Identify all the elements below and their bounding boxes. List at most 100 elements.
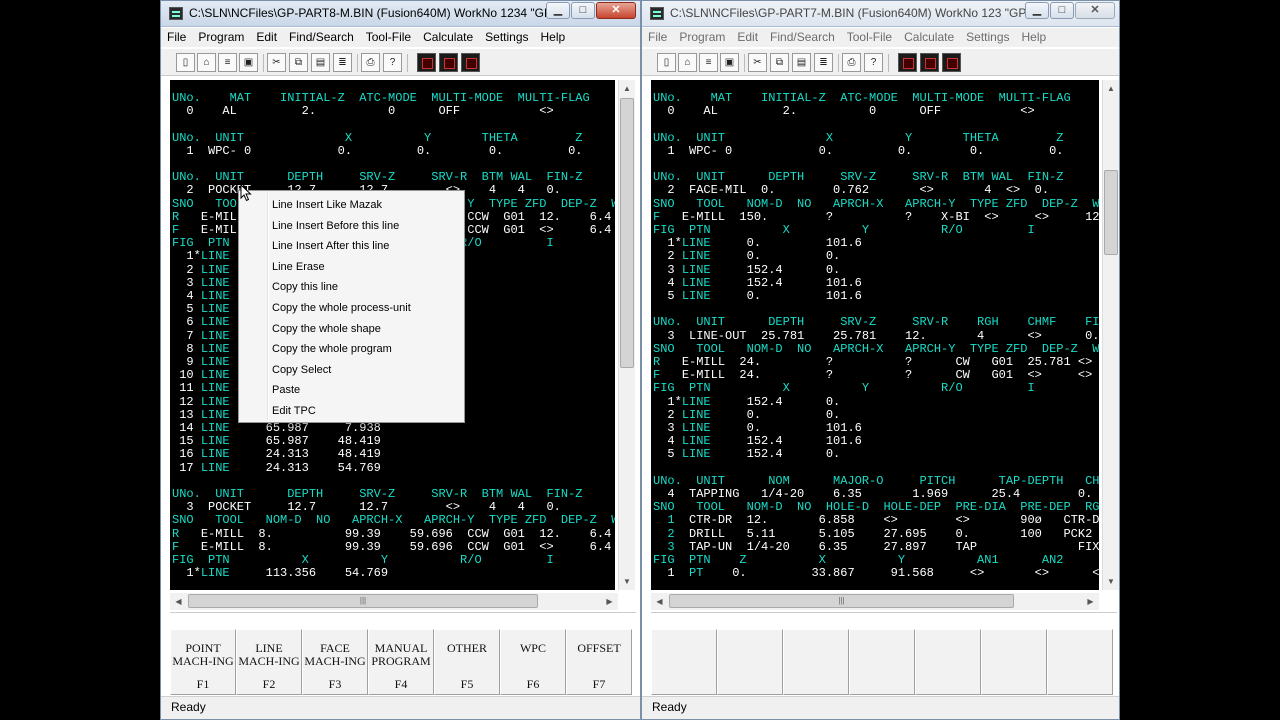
program-line[interactable]: UNo. MAT INITIAL-Z ATC-MODE MULTI-MODE M… xyxy=(653,92,1099,105)
program-line[interactable]: UNo. UNIT DEPTH SRV-Z SRV-R BTM WAL FIN-… xyxy=(172,171,615,184)
menu-tool-file[interactable]: Tool-File xyxy=(360,28,417,47)
program-line[interactable]: 10 LINE xyxy=(172,369,229,382)
program-line[interactable]: SNO TOOL NOM-D NO APRCH-X APRCH-Y TYPE Z… xyxy=(172,514,615,527)
command-input[interactable] xyxy=(170,612,636,627)
program-line[interactable]: UNo. MAT INITIAL-Z ATC-MODE MULTI-MODE M… xyxy=(172,92,615,105)
program-line[interactable]: 1*LINE 0. 101.6 xyxy=(653,237,861,250)
right-title-bar[interactable]: C:\SLN\NCFiles\GP-PART7-M.BIN (Fusion640… xyxy=(642,1,1119,27)
new-file-icon[interactable]: ▯ xyxy=(657,53,676,72)
program-line[interactable]: SNO TOOL NOM-D NO HOLE-D HOLE-DEP PRE-DI… xyxy=(653,501,1099,514)
program-line[interactable]: FIG PTN X Y R/O I J P xyxy=(653,224,1099,237)
program-line[interactable]: 3 TAP-UN 1/4-20 6.35 27.897 TAP FIX 1.96… xyxy=(653,540,1099,554)
menu-file[interactable]: File xyxy=(161,28,192,47)
menu-help[interactable]: Help xyxy=(535,28,572,47)
new-file-icon[interactable]: ▯ xyxy=(176,53,195,72)
menu-program[interactable]: Program xyxy=(192,28,250,47)
horizontal-scrollbar[interactable]: ◀ ||| ▶ xyxy=(170,593,618,610)
menu-item-copy-process-unit[interactable]: Copy the whole process-unit xyxy=(239,298,464,319)
copy-icon[interactable]: ⧉ xyxy=(770,53,789,72)
program-line[interactable]: 1*LINE 152.4 0. xyxy=(653,395,840,409)
f6-wpc-button[interactable]: WPC F6 xyxy=(500,629,566,695)
program-line[interactable]: R E-MILL 24. ? ? CW G01 25.781 <> 600 xyxy=(653,356,1099,369)
menu-settings[interactable]: Settings xyxy=(960,28,1015,47)
copy-icon[interactable]: ⧉ xyxy=(289,53,308,72)
program-line[interactable]: 15 LINE 65.987 48.419 xyxy=(172,435,381,448)
scroll-right-icon[interactable]: ▶ xyxy=(601,593,618,610)
scroll-down-icon[interactable]: ▼ xyxy=(1103,573,1119,590)
program-line[interactable]: 7 LINE xyxy=(172,329,229,343)
right-window[interactable]: C:\SLN\NCFiles\GP-PART7-M.BIN (Fusion640… xyxy=(641,0,1120,720)
scroll-left-icon[interactable]: ◀ xyxy=(170,593,187,610)
menu-item-line-erase[interactable]: Line Erase xyxy=(239,257,464,278)
command-input[interactable] xyxy=(651,612,1117,627)
left-title-bar[interactable]: C:\SLN\NCFiles\GP-PART8-M.BIN (Fusion640… xyxy=(161,1,640,27)
program-line[interactable]: 0 AL 2. 0 OFF <> <> xyxy=(172,105,615,118)
menu-item-line-insert-after[interactable]: Line Insert After this line xyxy=(239,236,464,257)
help-icon[interactable]: ? xyxy=(383,53,402,72)
vertical-scrollbar[interactable]: ▲ ▼ xyxy=(1102,80,1119,590)
menu-find-search[interactable]: Find/Search xyxy=(283,28,360,47)
minimize-button[interactable]: ▁ xyxy=(1025,2,1049,19)
program-line[interactable]: 14 LINE 65.987 7.938 xyxy=(172,422,381,435)
insert-line-icon[interactable]: ≣ xyxy=(333,53,352,72)
menu-item-paste[interactable]: Paste xyxy=(239,380,464,401)
program-line[interactable]: F E-MILL 150. ? ? X-BI <> <> 120. 600 xyxy=(653,210,1099,224)
scroll-thumb[interactable] xyxy=(620,98,634,368)
program-line[interactable]: 5 LINE 0. 101.6 xyxy=(653,290,861,303)
scroll-thumb-horizontal[interactable]: ||| xyxy=(669,594,1014,608)
program-line[interactable]: UNo. UNIT DEPTH SRV-Z SRV-R RGH CHMF FIN… xyxy=(653,316,1099,329)
function-key-2[interactable] xyxy=(717,629,783,695)
scroll-up-icon[interactable]: ▲ xyxy=(1103,80,1119,97)
program-line[interactable]: FIG PTN X Y R/O I J P xyxy=(653,382,1099,395)
program-line[interactable]: UNo. UNIT DEPTH SRV-Z SRV-R BTM WAL FIN-… xyxy=(172,488,615,501)
program-line[interactable]: 2 DRILL 5.11 5.105 27.695 0. 100 PCK2 27… xyxy=(653,527,1099,541)
menu-help[interactable]: Help xyxy=(1016,28,1053,47)
program-line[interactable]: 3 POCKET 12.7 12.7 <> 4 4 0. 0.127 xyxy=(172,501,615,514)
save-icon[interactable]: ▣ xyxy=(239,53,258,72)
save-icon[interactable]: ▣ xyxy=(720,53,739,72)
open-folder-icon[interactable]: ⌂ xyxy=(678,53,697,72)
program-screen[interactable]: UNo. MAT INITIAL-Z ATC-MODE MULTI-MODE M… xyxy=(651,80,1099,590)
print-icon[interactable]: ⎙ xyxy=(361,53,380,72)
program-line[interactable]: 2 FACE-MIL 0. 0.762 <> 4 <> 0. <> xyxy=(653,184,1099,197)
program-line[interactable]: 11 LINE xyxy=(172,382,229,395)
f5-other-button[interactable]: OTHER F5 xyxy=(434,629,500,695)
menu-program[interactable]: Program xyxy=(673,28,731,47)
help-icon[interactable]: ? xyxy=(864,53,883,72)
menu-item-copy-line[interactable]: Copy this line xyxy=(239,277,464,298)
menu-item-copy-select[interactable]: Copy Select xyxy=(239,360,464,381)
horizontal-scrollbar[interactable]: ◀ ||| ▶ xyxy=(651,593,1099,610)
program-line[interactable]: 2 LINE xyxy=(172,263,229,277)
display-mode-2-icon[interactable] xyxy=(439,53,458,72)
list-icon[interactable]: ≡ xyxy=(218,53,237,72)
function-key-7[interactable] xyxy=(1047,629,1113,695)
program-line[interactable]: 8 LINE xyxy=(172,342,229,356)
vertical-scrollbar[interactable]: ▲ ▼ xyxy=(618,80,635,590)
program-line[interactable]: 9 LINE xyxy=(172,356,229,369)
program-line[interactable]: 1*LINE xyxy=(172,250,229,263)
menu-item-line-insert-like-mazak[interactable]: Line Insert Like Mazak xyxy=(239,195,464,216)
menu-item-line-insert-before[interactable]: Line Insert Before this line xyxy=(239,216,464,237)
program-line[interactable]: 1 CTR-DR 12. 6.858 <> <> 90ø CTR-D 452 xyxy=(653,514,1099,527)
scroll-right-icon[interactable]: ▶ xyxy=(1082,593,1099,610)
display-mode-1-icon[interactable] xyxy=(898,53,917,72)
paste-icon[interactable]: ▤ xyxy=(311,53,330,72)
open-folder-icon[interactable]: ⌂ xyxy=(197,53,216,72)
f1-point-machining-button[interactable]: POINT MACH-ING F1 xyxy=(170,629,236,695)
function-key-6[interactable] xyxy=(981,629,1047,695)
menu-settings[interactable]: Settings xyxy=(479,28,534,47)
menu-tool-file[interactable]: Tool-File xyxy=(841,28,898,47)
program-line[interactable]: 4 LINE 152.4 101.6 xyxy=(653,435,861,448)
paste-icon[interactable]: ▤ xyxy=(792,53,811,72)
program-line[interactable]: F E-MILL 8. 99.39 59.696 CCW G01 <> 6.4 … xyxy=(172,540,615,554)
minimize-button[interactable]: ▁ xyxy=(546,2,570,19)
program-line[interactable]: 16 LINE 24.313 48.419 xyxy=(172,448,381,461)
scroll-up-icon[interactable]: ▲ xyxy=(619,80,635,97)
display-mode-2-icon[interactable] xyxy=(920,53,939,72)
program-line[interactable]: 4 TAPPING 1/4-20 6.35 1.969 25.4 0. 0 xyxy=(653,488,1099,501)
menu-calculate[interactable]: Calculate xyxy=(898,28,960,47)
program-line[interactable]: UNo. UNIT X Y THETA Z 4 xyxy=(653,131,1099,145)
scroll-down-icon[interactable]: ▼ xyxy=(619,573,635,590)
program-line[interactable]: 3 LINE 0. 101.6 xyxy=(653,422,861,435)
print-icon[interactable]: ⎙ xyxy=(842,53,861,72)
